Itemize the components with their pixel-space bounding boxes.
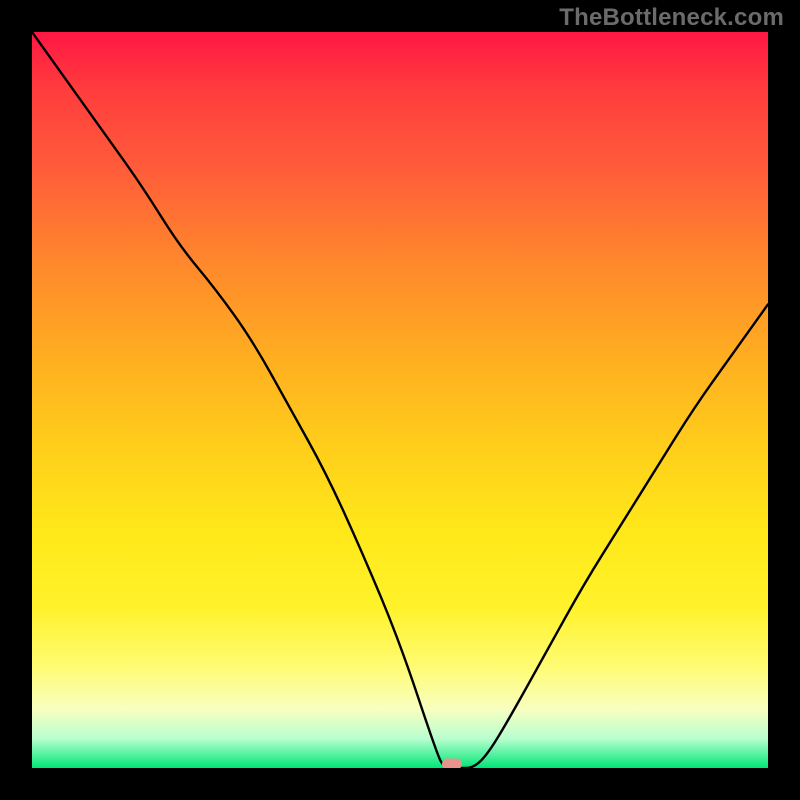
- chart-frame: TheBottleneck.com: [0, 0, 800, 800]
- bottleneck-curve: [32, 32, 768, 768]
- attribution-text: TheBottleneck.com: [559, 4, 784, 32]
- plot-area: [32, 32, 768, 768]
- minimum-marker: [442, 759, 462, 768]
